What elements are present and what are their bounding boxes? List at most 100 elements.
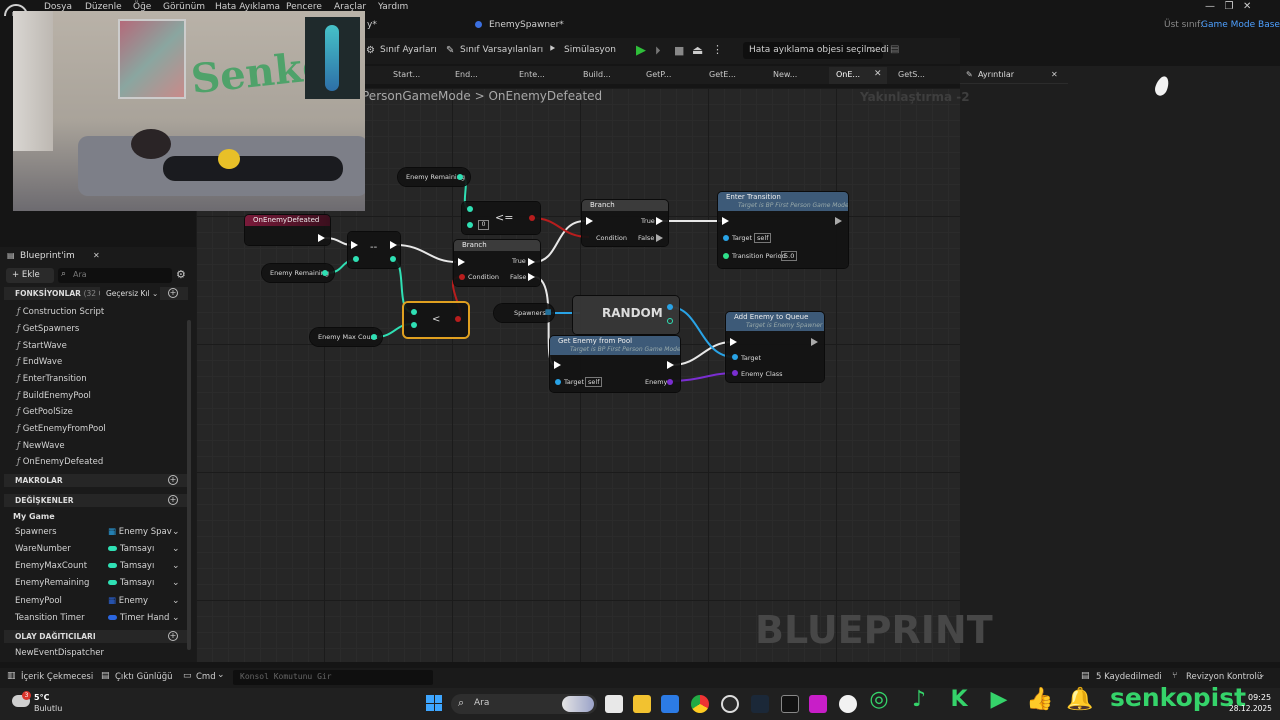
variable-enemy-pool-type[interactable]: ▦ Enemy	[108, 596, 148, 606]
exec-true-pin[interactable]	[528, 258, 535, 266]
type-chevron-icon[interactable]: ⌄	[172, 527, 180, 537]
int-out-pin-3[interactable]	[371, 334, 377, 340]
exec-in-pin[interactable]	[458, 258, 465, 266]
unreal-editor-taskbar-icon[interactable]	[839, 695, 857, 713]
transition-period-pin[interactable]	[723, 253, 729, 259]
file-explorer-icon[interactable]	[633, 695, 651, 713]
int-in-pin-a[interactable]	[467, 206, 473, 212]
get-enemy-remaining-node[interactable]: Enemy Remaining	[398, 168, 470, 186]
bool-out-pin[interactable]	[455, 316, 461, 322]
obs-icon[interactable]	[721, 695, 739, 713]
panel-close-icon[interactable]: ✕	[93, 251, 100, 260]
less-equal-node[interactable]: 0 <=	[462, 202, 540, 234]
add-function-icon[interactable]: +	[168, 288, 178, 298]
branch-node-2[interactable]: Branch True Condition False	[582, 200, 668, 246]
chrome-icon[interactable]	[691, 695, 709, 713]
enter-transition-node[interactable]: Enter Transition Target is BP First Pers…	[718, 192, 848, 268]
functions-section-header[interactable]: FONKSİYONLAR (32 GEÇE	[4, 287, 188, 300]
exec-out-pin[interactable]	[390, 241, 397, 249]
int-in-pin[interactable]	[353, 256, 359, 262]
output-log-button[interactable]: Çıktı Günlüğü	[115, 672, 173, 682]
array-pin-icon[interactable]: ▦	[545, 308, 552, 316]
panel-scrollbar[interactable]	[187, 320, 191, 650]
decrement-node[interactable]: --	[348, 232, 400, 268]
exec-false-pin[interactable]	[656, 234, 663, 242]
exec-in-pin[interactable]	[586, 217, 593, 225]
clock-date[interactable]: 28.12.2025	[1229, 704, 1272, 713]
get-enemy-from-pool-node[interactable]: Get Enemy from Pool Target is BP First P…	[550, 336, 680, 392]
dispatcher-new-event[interactable]: NewEventDispatcher	[15, 648, 104, 658]
weather-desc[interactable]: Bulutlu	[34, 704, 62, 713]
get-enemy-remaining-node-2[interactable]: Enemy Remaining	[262, 264, 334, 282]
function-enter-transition[interactable]: EnterTransition	[17, 374, 87, 384]
function-get-pool-size[interactable]: GetPoolSize	[17, 407, 73, 417]
enemy-class-out-pin[interactable]	[667, 379, 673, 385]
int-in-pin-a[interactable]	[411, 309, 417, 315]
revision-chevron-icon[interactable]: ⌄	[1258, 670, 1266, 680]
function-get-enemy-from-pool[interactable]: GetEnemyFromPool	[17, 424, 106, 434]
exec-out-pin[interactable]	[667, 361, 674, 369]
app-icon[interactable]	[809, 695, 827, 713]
type-chevron-icon[interactable]: ⌄	[172, 561, 180, 571]
target-value[interactable]: self	[754, 233, 772, 243]
clock-time[interactable]: 09:25	[1248, 693, 1271, 702]
variable-enemy-remaining-type[interactable]: Tamsayı	[108, 578, 154, 588]
variable-enemy-pool[interactable]: EnemyPool	[15, 596, 62, 606]
unsaved-count-button[interactable]: 5 Kaydedilmedi	[1096, 672, 1162, 682]
function-on-enemy-defeated[interactable]: OnEnemyDefeated	[17, 457, 104, 467]
variable-enemy-max-count-type[interactable]: Tamsayı	[108, 561, 154, 571]
add-macro-icon[interactable]: +	[168, 475, 178, 485]
windows-start-icon[interactable]	[426, 695, 442, 711]
target-pin[interactable]	[732, 354, 738, 360]
function-construction-script[interactable]: Construction Script	[17, 307, 104, 317]
int-out-pin[interactable]	[457, 174, 463, 180]
exec-out-pin[interactable]	[811, 338, 818, 346]
function-build-enemy-pool[interactable]: BuildEnemyPool	[17, 391, 91, 401]
get-enemy-max-count-node[interactable]: Enemy Max Count	[310, 328, 382, 346]
add-button[interactable]: + Ekle	[6, 268, 54, 283]
random-node[interactable]: RANDOM	[573, 296, 679, 334]
add-dispatcher-icon[interactable]: +	[168, 631, 178, 641]
cmd-chevron-icon[interactable]: ⌄	[217, 670, 225, 680]
exec-in-pin[interactable]	[722, 217, 729, 225]
add-variable-icon[interactable]: +	[168, 495, 178, 505]
type-chevron-icon[interactable]: ⌄	[172, 613, 180, 623]
less-than-node[interactable]: <	[404, 303, 468, 337]
enemy-class-pin[interactable]	[732, 370, 738, 376]
exec-in-pin[interactable]	[730, 338, 737, 346]
exec-in-pin[interactable]	[554, 361, 561, 369]
task-view-icon[interactable]	[605, 695, 623, 713]
int-out-pin-2[interactable]	[322, 270, 328, 276]
content-drawer-button[interactable]: İçerik Çekmecesi	[21, 672, 93, 682]
weather-temp[interactable]: 5°C	[34, 693, 49, 702]
event-dispatchers-section-header[interactable]: OLAY DAĞITICILARI	[4, 630, 188, 643]
event-node-on-enemy-defeated[interactable]: OnEnemyDefeated	[245, 215, 330, 245]
tab-my-blueprint[interactable]: Blueprint'im	[20, 251, 75, 261]
add-enemy-to-queue-node[interactable]: Add Enemy to Queue Target is Enemy Spawn…	[726, 312, 824, 382]
cmd-dropdown[interactable]: Cmd	[196, 672, 216, 682]
target-pin[interactable]	[723, 235, 729, 241]
function-start-wave[interactable]: StartWave	[17, 341, 67, 351]
steam-icon[interactable]	[751, 695, 769, 713]
variable-spawners-type[interactable]: ▦ Enemy Spav	[108, 527, 172, 537]
variable-transition-timer[interactable]: Teansition Timer	[15, 613, 85, 623]
random-index-pin[interactable]	[667, 318, 673, 324]
variable-enemy-max-count[interactable]: EnemyMaxCount	[15, 561, 87, 571]
get-enemy-target-value[interactable]: self	[585, 377, 603, 387]
function-new-wave[interactable]: NewWave	[17, 441, 65, 451]
variable-enemy-remaining[interactable]: EnemyRemaining	[15, 578, 89, 588]
int-in-pin-b[interactable]	[411, 322, 417, 328]
type-chevron-icon[interactable]: ⌄	[172, 578, 180, 588]
int-out-pin[interactable]	[390, 256, 396, 262]
variable-transition-timer-type[interactable]: Timer Hand	[108, 613, 169, 623]
condition-pin[interactable]	[459, 274, 465, 280]
exec-out-pin[interactable]	[835, 217, 842, 225]
exec-true-pin[interactable]	[656, 217, 663, 225]
epic-games-icon[interactable]	[781, 695, 799, 713]
variable-ware-number-type[interactable]: Tamsayı	[108, 544, 154, 554]
variable-category[interactable]: My Game	[13, 512, 55, 521]
settings-gear-icon[interactable]: ⚙	[176, 268, 186, 281]
variables-section-header[interactable]: DEĞİŞKENLER	[4, 494, 188, 507]
variable-spawners[interactable]: Spawners	[15, 527, 57, 537]
bool-out-pin[interactable]	[529, 215, 535, 221]
